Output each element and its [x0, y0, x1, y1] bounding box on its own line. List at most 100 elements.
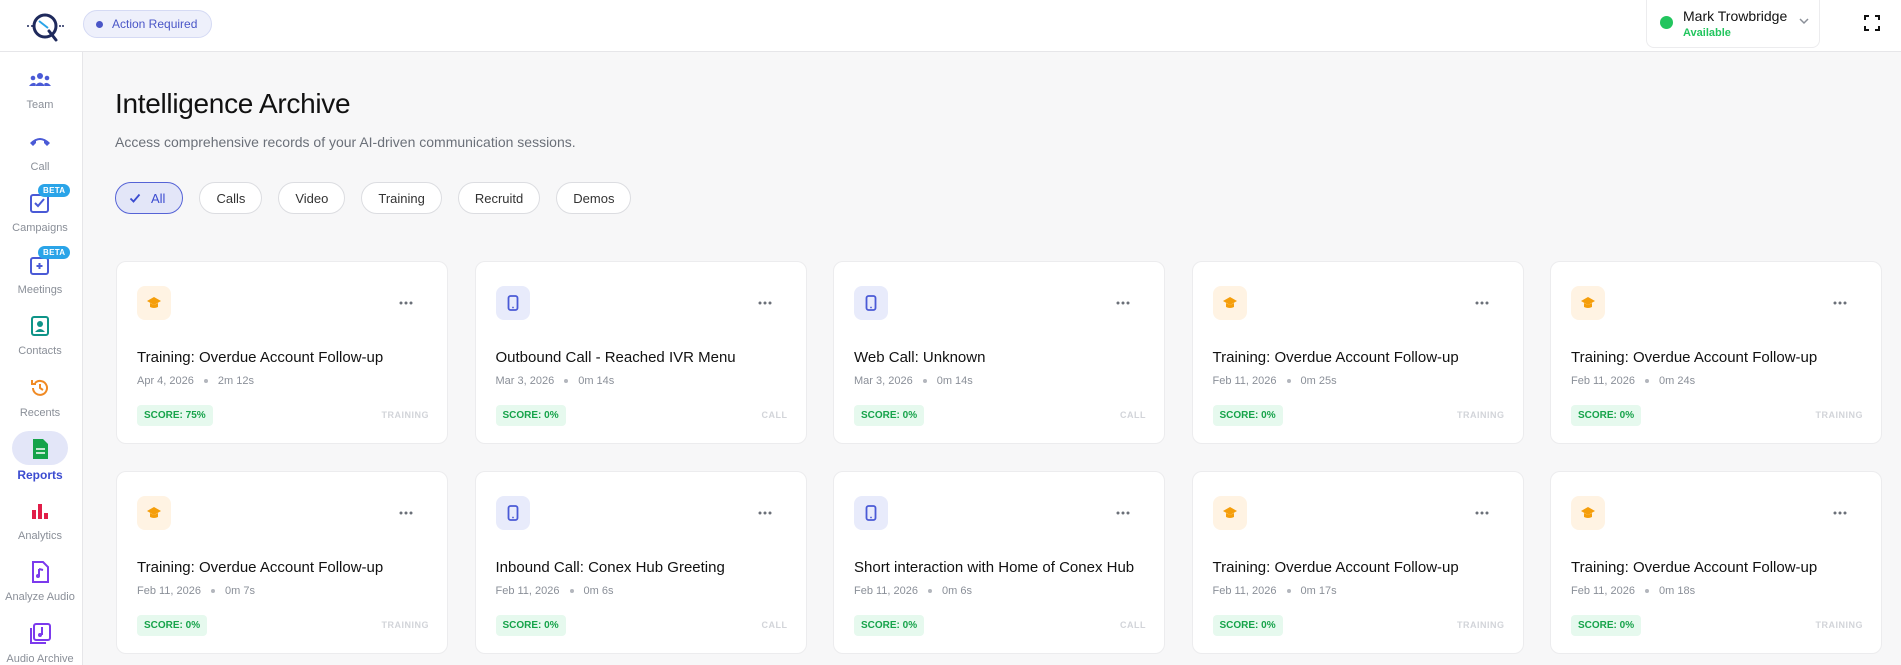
score-badge: SCORE: 0%: [1212, 405, 1283, 426]
more-options-icon[interactable]: [1114, 294, 1132, 312]
smartphone-icon: [495, 286, 530, 320]
more-options-icon[interactable]: [756, 504, 774, 522]
card-date: Mar 3, 2026: [854, 375, 913, 387]
graduation-cap-icon: [1212, 496, 1247, 530]
filter-chip-demos[interactable]: Demos: [556, 182, 632, 214]
sidebar-item-label: Recents: [19, 406, 61, 419]
audio-archive-icon: [26, 620, 54, 648]
more-options-icon[interactable]: [1473, 294, 1491, 312]
graduation-cap-icon: [137, 496, 171, 530]
sidebar-item-label: Campaigns: [12, 222, 68, 234]
more-options-icon[interactable]: [397, 294, 415, 312]
more-options-icon[interactable]: [1473, 504, 1491, 522]
sidebar-item-contacts[interactable]: Contacts: [0, 306, 80, 364]
sidebar-item-call[interactable]: Call: [0, 122, 80, 180]
filter-label: Video: [295, 190, 329, 206]
meta-separator: [928, 589, 933, 593]
beta-badge: BETA: [38, 184, 71, 197]
archive-card[interactable]: Training: Overdue Account Follow-up Apr 4…: [116, 261, 448, 444]
chevron-down-icon: [1799, 18, 1809, 25]
filter-label: All: [151, 190, 166, 206]
card-meta: Apr 4, 2026 2m 12s: [137, 375, 254, 387]
card-title: Training: Overdue Account Follow-up: [1571, 559, 1818, 576]
meta-separator: [1286, 379, 1291, 383]
graduation-cap-icon: [1212, 286, 1247, 320]
sidebar-item-label: Analyze Audio: [5, 591, 75, 603]
app-logo[interactable]: [24, 6, 64, 46]
archive-card[interactable]: Web Call: Unknown Mar 3, 2026 0m 14s SCORE:…: [833, 261, 1165, 444]
graduation-cap-icon: [137, 286, 171, 320]
card-duration: 0m 25s: [1300, 375, 1337, 387]
card-duration: 2m 12s: [217, 375, 254, 387]
action-required-badge[interactable]: Action Required: [83, 10, 213, 38]
archive-card[interactable]: Training: Overdue Account Follow-up Feb 1…: [116, 471, 448, 654]
card-title: Training: Overdue Account Follow-up: [1571, 349, 1818, 366]
filter-label: Demos: [573, 190, 615, 206]
more-options-icon[interactable]: [1831, 504, 1849, 522]
more-options-icon[interactable]: [756, 294, 774, 312]
card-title: Short interaction with Home of Conex Hub: [854, 559, 1135, 576]
sidebar-item-team[interactable]: Team: [0, 60, 80, 118]
smartphone-icon: [854, 286, 888, 320]
sidebar-item-analytics[interactable]: Analytics: [0, 491, 80, 549]
card-meta: Feb 11, 2026 0m 24s: [1571, 375, 1695, 387]
card-title: Web Call: Unknown: [854, 349, 986, 366]
more-options-icon[interactable]: [1114, 504, 1132, 522]
archive-card[interactable]: Training: Overdue Account Follow-up Feb 1…: [1191, 261, 1524, 444]
card-type-tag: CALL: [761, 410, 788, 420]
sidebar-item-label: Contacts: [18, 345, 62, 357]
card-meta: Mar 3, 2026 0m 14s: [854, 375, 973, 387]
filter-chip-recruitd[interactable]: Recruitd: [457, 182, 541, 214]
more-options-icon[interactable]: [397, 504, 415, 522]
user-name: Mark Trowbridge: [1683, 8, 1788, 24]
filter-chip-training[interactable]: Training: [361, 182, 442, 214]
card-duration: 0m 24s: [1659, 375, 1696, 387]
sidebar-item-audio-archive[interactable]: Audio Archive: [0, 614, 80, 665]
sidebar-item-analyze-audio[interactable]: Analyze Audio: [0, 552, 80, 610]
card-type-tag: TRAINING: [381, 410, 429, 420]
report-icon: [26, 435, 54, 463]
archive-card[interactable]: Short interaction with Home of Conex Hub…: [833, 471, 1165, 654]
card-date: Mar 3, 2026: [495, 375, 555, 387]
team-icon: [26, 66, 54, 94]
meta-separator: [1645, 379, 1650, 383]
archive-card[interactable]: Training: Overdue Account Follow-up Feb 1…: [1550, 471, 1882, 654]
fullscreen-icon[interactable]: [1864, 15, 1880, 31]
card-type-tag: CALL: [1120, 620, 1146, 630]
card-meta: Feb 11, 2026 0m 6s: [496, 585, 614, 597]
sidebar-item-meetings[interactable]: BETA Meetings: [0, 245, 80, 303]
card-date: Feb 11, 2026: [1212, 375, 1277, 387]
score-badge: SCORE: 0%: [854, 615, 925, 636]
more-options-icon[interactable]: [1831, 294, 1849, 312]
sidebar-item-label: Call: [30, 160, 50, 173]
card-date: Feb 11, 2026: [1571, 585, 1636, 597]
score-badge: SCORE: 0%: [495, 615, 566, 636]
beta-badge: BETA: [38, 245, 71, 259]
filter-chip-video[interactable]: Video: [278, 182, 346, 214]
archive-card[interactable]: Training: Overdue Account Follow-up Feb 1…: [1550, 261, 1882, 444]
page-subtitle: Access comprehensive records of your AI-…: [115, 134, 576, 150]
phone-icon: [26, 128, 54, 156]
sidebar-item-reports[interactable]: Reports: [0, 429, 80, 487]
meta-separator: [569, 589, 574, 593]
user-status-menu[interactable]: Mark Trowbridge Available: [1646, 0, 1820, 48]
card-date: Apr 4, 2026: [137, 375, 194, 387]
archive-card[interactable]: Training: Overdue Account Follow-up Feb 1…: [1191, 471, 1524, 654]
smartphone-icon: [854, 496, 888, 530]
contacts-icon: [26, 312, 54, 340]
card-type-tag: TRAINING: [1815, 620, 1863, 630]
sidebar-item-recents[interactable]: Recents: [0, 368, 80, 426]
card-date: Feb 11, 2026: [1571, 375, 1636, 387]
sidebar-item-campaigns[interactable]: BETA Campaigns: [0, 183, 80, 241]
archive-card[interactable]: Inbound Call: Conex Hub Greeting Feb 11, …: [474, 471, 807, 654]
filter-label: Calls: [216, 190, 246, 206]
page-title: Intelligence Archive: [115, 88, 351, 119]
card-title: Training: Overdue Account Follow-up: [1212, 559, 1459, 576]
archive-card[interactable]: Outbound Call - Reached IVR Menu Mar 3, 2…: [474, 261, 807, 444]
filter-chip-all[interactable]: All: [115, 182, 184, 214]
card-date: Feb 11, 2026: [495, 585, 560, 597]
card-meta: Feb 11, 2026 0m 18s: [1571, 585, 1695, 597]
card-meta: Feb 11, 2026 0m 6s: [854, 585, 972, 597]
filter-chip-calls[interactable]: Calls: [199, 182, 263, 214]
sidebar-item-label: Reports: [17, 468, 63, 482]
